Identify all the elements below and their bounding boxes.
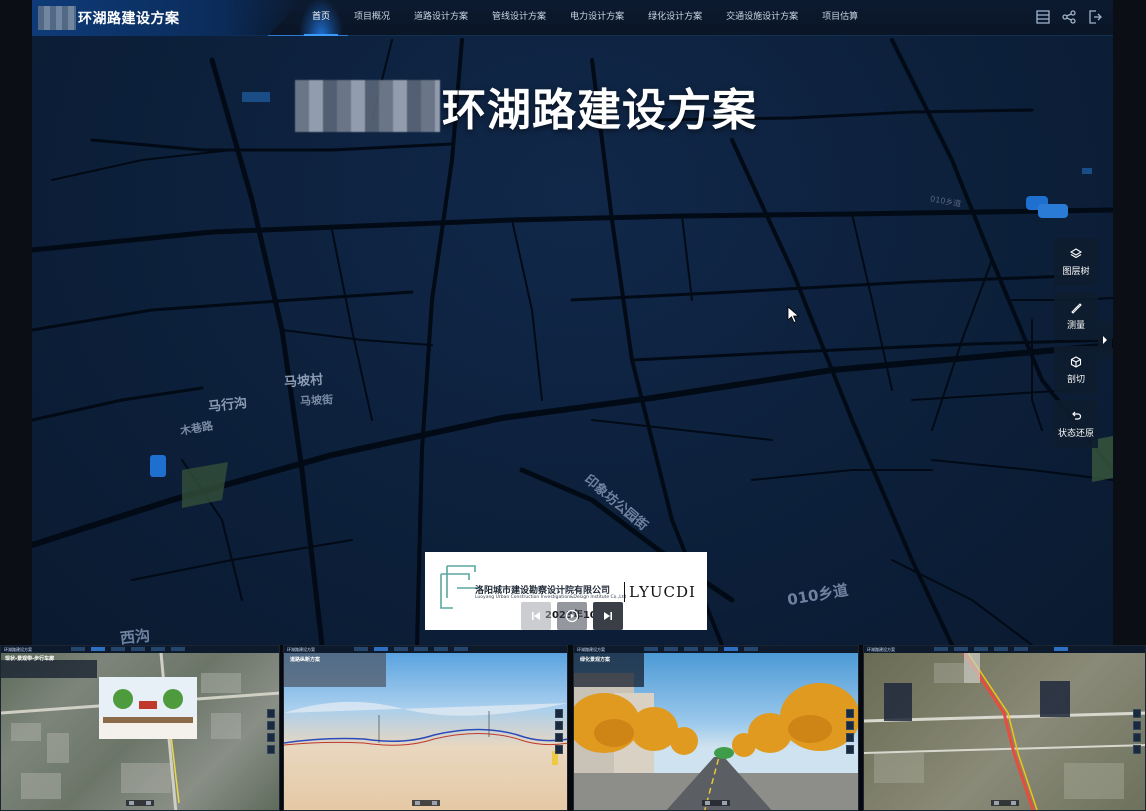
map-label: 西沟 — [119, 626, 151, 645]
map-viewport[interactable]: 马坡村 马行沟 马坡街 木巷路 印象坊公园街 010乡道 010乡道 西沟 环湖… — [32, 0, 1113, 645]
mouse-cursor-icon — [787, 306, 800, 324]
title-block: 环湖路建设方案 — [32, 0, 302, 36]
intro-player-card: 洛阳城市建设勘察设计院有限公司 Luoyang Urban Constructi… — [425, 552, 707, 630]
route-map — [864, 653, 1145, 810]
tool-label: 状态还原 — [1057, 428, 1094, 439]
thumb-tools — [267, 709, 275, 757]
tab-project-overview[interactable]: 项目概况 — [342, 0, 402, 36]
undo-icon — [1072, 411, 1082, 420]
thumb-tools — [555, 709, 563, 757]
thumb-tools — [1133, 709, 1141, 757]
tab-pipeline-design[interactable]: 管线设计方案 — [480, 0, 558, 36]
tab-greening-design[interactable]: 绿化设计方案 — [636, 0, 714, 36]
main-nav: 首页 项目概况 道路设计方案 管线设计方案 电力设计方案 绿化设计方案 交通设施… — [300, 0, 870, 36]
layout-icon[interactable] — [1035, 9, 1051, 25]
tab-traffic-design[interactable]: 交通设施设计方案 — [714, 0, 810, 36]
hero-title: 环湖路建设方案 — [442, 85, 757, 136]
street-scene — [574, 653, 858, 810]
thumb-player — [990, 800, 1019, 806]
play-circle-icon — [565, 609, 579, 623]
tool-label: 剖切 — [1066, 374, 1085, 385]
top-icon-group — [1035, 9, 1103, 25]
tab-road-design[interactable]: 道路设计方案 — [402, 0, 480, 36]
measure-button[interactable]: 测量 — [1054, 292, 1098, 340]
thumb-topbar: 环湖路建设方案 — [574, 646, 858, 653]
skip-back-icon — [532, 612, 540, 620]
play-button[interactable] — [557, 602, 587, 630]
logout-icon[interactable] — [1087, 9, 1103, 25]
reset-state-button[interactable]: 状态还原 — [1054, 400, 1098, 448]
tab-power-design[interactable]: 电力设计方案 — [558, 0, 636, 36]
tab-home[interactable]: 首页 — [300, 0, 343, 36]
thumbnail-aerial[interactable]: 环湖路建设方案 现状-景观带-步行车廊 — [0, 645, 280, 811]
thumb-body: 道路纵断方案 — [284, 653, 567, 810]
company-name-en: Luoyang Urban Construction Investigation… — [475, 595, 627, 600]
tab-project-estimate[interactable]: 项目估算 — [810, 0, 870, 36]
map-label: 马坡街 — [299, 393, 334, 408]
company-divider — [624, 582, 625, 602]
layer-tree-button[interactable]: 图层树 — [1054, 238, 1098, 286]
section-cut-button[interactable]: 剖切 — [1054, 346, 1098, 394]
blurred-logo-text — [295, 80, 440, 132]
thumb-tools — [846, 709, 854, 757]
thumb-body: 现状-景观带-步行车廊 — [1, 653, 279, 810]
layers-icon — [1070, 247, 1082, 258]
thumb-body — [864, 653, 1145, 810]
thumb-player — [411, 800, 440, 806]
thumbnail-strip: 环湖路建设方案 现状-景观带-步行车廊 环湖路建设方案 道路纵断方案 环湖路建设… — [0, 645, 1146, 811]
thumb-topbar: 环湖路建设方案 — [284, 646, 567, 653]
thumb-title: 环湖路建设方案 — [4, 647, 32, 652]
map-label: 马坡村 — [283, 372, 324, 391]
thumb-topbar: 环湖路建设方案 — [1, 646, 279, 653]
ruler-icon — [1071, 302, 1082, 314]
thumb-title: 环湖路建设方案 — [577, 647, 605, 652]
map-label: 马行沟 — [207, 395, 248, 415]
blurred-logo — [38, 6, 76, 30]
share-icon[interactable] — [1061, 9, 1077, 25]
thumb-title: 环湖路建设方案 — [287, 647, 315, 652]
skip-forward-icon — [604, 612, 612, 620]
thumb-body: 绿化景观方案 — [574, 653, 858, 810]
tool-label: 图层树 — [1062, 266, 1090, 277]
company-abbr: LYUCDI — [629, 583, 696, 601]
panel-toggle-button[interactable] — [1098, 322, 1112, 358]
previous-button[interactable] — [521, 602, 551, 630]
cube-cut-icon — [1070, 355, 1082, 368]
aerial-map — [1, 653, 279, 810]
thumb-title: 环湖路建设方案 — [867, 647, 895, 652]
thumb-panel-title: 道路纵断方案 — [290, 657, 321, 663]
player-controls — [521, 602, 623, 630]
thumb-panel-title: 现状-景观带-步行车廊 — [5, 656, 55, 662]
tool-label: 测量 — [1066, 320, 1085, 331]
thumbnail-street[interactable]: 环湖路建设方案 绿化景观方案 — [573, 645, 859, 811]
thumb-panel-title: 绿化景观方案 — [580, 657, 611, 663]
hero-title-block: 环湖路建设方案 — [295, 78, 757, 136]
tool-panel: 图层树 测量 剖切 状态还原 — [1054, 238, 1098, 454]
thumb-player — [126, 800, 154, 806]
app-title: 环湖路建设方案 — [78, 11, 180, 27]
thumbnail-route[interactable]: 环湖路建设方案 — [863, 645, 1146, 811]
app-root: 马坡村 马行沟 马坡街 木巷路 印象坊公园街 010乡道 010乡道 西沟 环湖… — [0, 0, 1146, 811]
chevron-right-icon — [1103, 336, 1107, 344]
top-navbar: 环湖路建设方案 首页 项目概况 道路设计方案 管线设计方案 电力设计方案 绿化设… — [32, 0, 1113, 36]
profile-chart — [284, 653, 567, 765]
thumb-player — [702, 800, 730, 806]
thumbnail-profile[interactable]: 环湖路建设方案 道路纵断方案 — [283, 645, 568, 811]
thumb-topbar: 环湖路建设方案 — [864, 646, 1145, 653]
next-button[interactable] — [593, 602, 623, 630]
